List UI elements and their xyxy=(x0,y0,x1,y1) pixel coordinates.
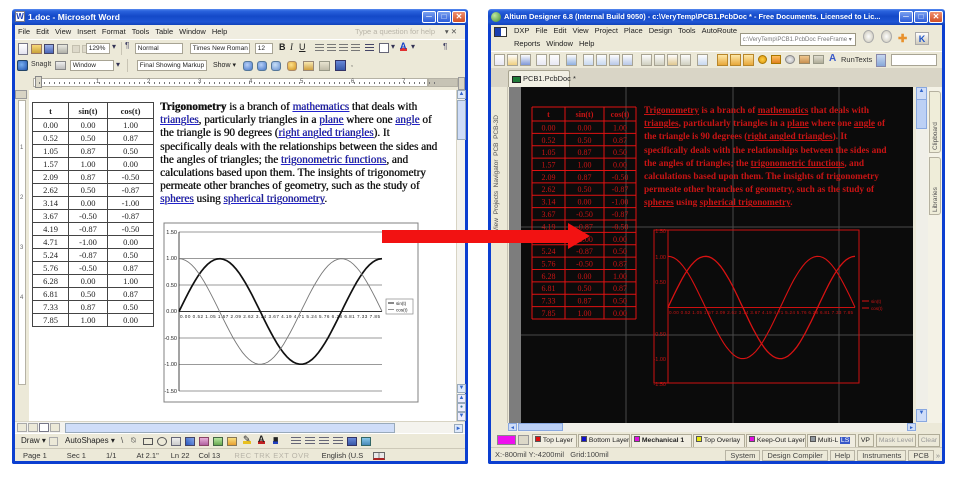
svg-text:5.24: 5.24 xyxy=(542,247,556,256)
svg-text:0.50: 0.50 xyxy=(655,280,666,286)
svg-text:5.76: 5.76 xyxy=(542,260,556,269)
svg-text:1.00: 1.00 xyxy=(578,161,592,170)
svg-text:-1.00: -1.00 xyxy=(612,198,629,207)
svg-text:0.87: 0.87 xyxy=(613,260,627,269)
svg-text:0.87: 0.87 xyxy=(578,173,592,182)
svg-text:0.00 0.52 1.05 1.57 2.09 2.62: 0.00 0.52 1.05 1.57 2.09 2.62 3.14 3.67 … xyxy=(180,314,380,319)
svg-text:0.87: 0.87 xyxy=(613,136,627,145)
svg-text:sin(t): sin(t) xyxy=(871,299,882,304)
svg-text:0.50: 0.50 xyxy=(613,297,627,306)
svg-text:0.00: 0.00 xyxy=(542,123,556,132)
svg-text:6.81: 6.81 xyxy=(542,284,556,293)
svg-text:0.50: 0.50 xyxy=(613,247,627,256)
svg-text:-0.50: -0.50 xyxy=(653,332,666,338)
svg-text:cos(t): cos(t) xyxy=(871,306,883,311)
svg-text:2.62: 2.62 xyxy=(542,185,556,194)
svg-text:0.00: 0.00 xyxy=(613,235,627,244)
svg-text:0.50: 0.50 xyxy=(578,185,592,194)
svg-text:0.00: 0.00 xyxy=(578,198,592,207)
svg-text:1.00: 1.00 xyxy=(655,255,666,261)
svg-text:-0.87: -0.87 xyxy=(612,210,629,219)
svg-text:-0.50: -0.50 xyxy=(164,336,177,342)
svg-text:-1.00: -1.00 xyxy=(653,357,666,363)
svg-text:cos(t): cos(t) xyxy=(611,110,630,119)
svg-text:0.00: 0.00 xyxy=(578,123,592,132)
svg-text:7.33: 7.33 xyxy=(542,297,556,306)
svg-text:0.00: 0.00 xyxy=(613,161,627,170)
svg-text:1.50: 1.50 xyxy=(655,229,666,235)
svg-text:-1.00: -1.00 xyxy=(164,362,177,368)
svg-text:0.87: 0.87 xyxy=(613,284,627,293)
svg-text:sin(t): sin(t) xyxy=(396,301,407,306)
svg-text:-1.50: -1.50 xyxy=(164,389,177,395)
svg-text:0.87: 0.87 xyxy=(578,148,592,157)
svg-text:3.67: 3.67 xyxy=(542,210,556,219)
svg-text:cos(t): cos(t) xyxy=(396,308,408,313)
svg-text:0.50: 0.50 xyxy=(578,136,592,145)
svg-text:3.14: 3.14 xyxy=(542,198,556,207)
svg-text:-1.50: -1.50 xyxy=(653,382,666,388)
svg-text:0.00: 0.00 xyxy=(166,309,177,315)
svg-text:0.50: 0.50 xyxy=(166,283,177,289)
svg-text:1.00: 1.00 xyxy=(613,272,627,281)
svg-text:0.50: 0.50 xyxy=(578,284,592,293)
svg-text:-0.50: -0.50 xyxy=(612,173,629,182)
svg-text:0.00: 0.00 xyxy=(613,309,627,318)
svg-text:-0.87: -0.87 xyxy=(612,185,629,194)
svg-text:0.00: 0.00 xyxy=(578,272,592,281)
svg-text:1.05: 1.05 xyxy=(542,148,556,157)
svg-text:1.50: 1.50 xyxy=(166,230,177,236)
svg-text:t: t xyxy=(547,110,550,119)
svg-text:7.85: 7.85 xyxy=(542,309,556,318)
svg-text:0.00 0.52 1.05 1.57 2.09 2.62: 0.00 0.52 1.05 1.57 2.09 2.62 3.14 3.67 … xyxy=(669,310,853,315)
svg-text:1.00: 1.00 xyxy=(166,256,177,262)
svg-text:0.87: 0.87 xyxy=(578,297,592,306)
svg-text:1.57: 1.57 xyxy=(542,161,556,170)
svg-text:2.09: 2.09 xyxy=(542,173,556,182)
svg-text:0.52: 0.52 xyxy=(542,136,556,145)
svg-text:1.00: 1.00 xyxy=(613,123,627,132)
svg-text:6.28: 6.28 xyxy=(542,272,556,281)
svg-text:-0.50: -0.50 xyxy=(576,210,593,219)
svg-text:sin(t): sin(t) xyxy=(576,110,594,119)
svg-text:-0.50: -0.50 xyxy=(612,222,629,231)
svg-text:0.50: 0.50 xyxy=(613,148,627,157)
svg-text:-0.50: -0.50 xyxy=(576,260,593,269)
svg-text:1.00: 1.00 xyxy=(578,309,592,318)
